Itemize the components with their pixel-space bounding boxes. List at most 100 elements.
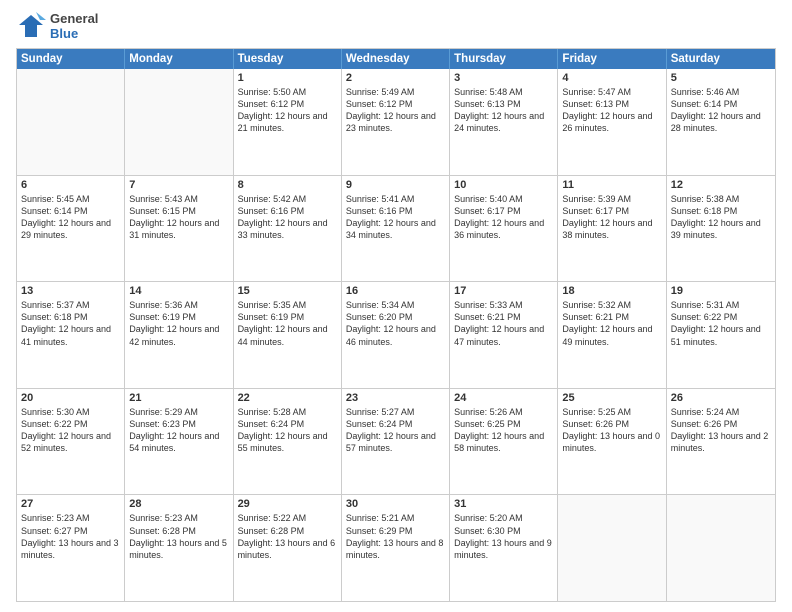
calendar-cell: 14Sunrise: 5:36 AM Sunset: 6:19 PM Dayli… — [125, 282, 233, 388]
logo-icon — [16, 12, 46, 42]
calendar-cell: 8Sunrise: 5:42 AM Sunset: 6:16 PM Daylig… — [234, 176, 342, 282]
calendar-cell: 9 Sunrise: 5:41 AM Sunset: 6:16 PM Daylig… — [342, 176, 450, 282]
calendar-cell — [667, 495, 775, 601]
day-info: Sunrise: 5:24 AM Sunset: 6:26 PM Dayligh… — [671, 406, 771, 455]
day-info: Sunrise: 5:41 AM Sunset: 6:16 PM Dayligh… — [346, 193, 445, 242]
calendar-cell: 21 Sunrise: 5:29 AM Sunset: 6:23 PM Dayli… — [125, 389, 233, 495]
calendar-cell: 19Sunrise: 5:31 AM Sunset: 6:22 PM Dayli… — [667, 282, 775, 388]
day-number: 23 — [346, 392, 445, 404]
day-number: 21 — [129, 392, 228, 404]
day-number: 9 — [346, 179, 445, 191]
calendar-cell: 7 Sunrise: 5:43 AM Sunset: 6:15 PM Daylig… — [125, 176, 233, 282]
calendar-body: 1 Sunrise: 5:50 AM Sunset: 6:12 PM Daylig… — [17, 69, 775, 601]
calendar-cell: 24 Sunrise: 5:26 AM Sunset: 6:25 PM Dayli… — [450, 389, 558, 495]
day-info: Sunrise: 5:25 AM Sunset: 6:26 PM Dayligh… — [562, 406, 661, 455]
calendar-row-2: 6Sunrise: 5:45 AM Sunset: 6:14 PM Daylig… — [17, 175, 775, 282]
weekday-header-friday: Friday — [558, 49, 666, 69]
calendar: SundayMondayTuesdayWednesdayThursdayFrid… — [16, 48, 776, 602]
day-number: 19 — [671, 285, 771, 297]
calendar-cell: 4Sunrise: 5:47 AM Sunset: 6:13 PM Daylig… — [558, 69, 666, 175]
day-number: 14 — [129, 285, 228, 297]
day-number: 17 — [454, 285, 553, 297]
day-info: Sunrise: 5:34 AM Sunset: 6:20 PM Dayligh… — [346, 299, 445, 348]
calendar-cell — [17, 69, 125, 175]
day-number: 31 — [454, 498, 553, 510]
day-number: 20 — [21, 392, 120, 404]
day-number: 2 — [346, 72, 445, 84]
day-number: 6 — [21, 179, 120, 191]
weekday-header-sunday: Sunday — [17, 49, 125, 69]
calendar-cell: 28Sunrise: 5:23 AM Sunset: 6:28 PM Dayli… — [125, 495, 233, 601]
day-number: 3 — [454, 72, 553, 84]
calendar-cell: 10Sunrise: 5:40 AM Sunset: 6:17 PM Dayli… — [450, 176, 558, 282]
day-number: 5 — [671, 72, 771, 84]
weekday-header-tuesday: Tuesday — [234, 49, 342, 69]
day-info: Sunrise: 5:29 AM Sunset: 6:23 PM Dayligh… — [129, 406, 228, 455]
day-info: Sunrise: 5:30 AM Sunset: 6:22 PM Dayligh… — [21, 406, 120, 455]
calendar-cell: 5 Sunrise: 5:46 AM Sunset: 6:14 PM Daylig… — [667, 69, 775, 175]
day-info: Sunrise: 5:39 AM Sunset: 6:17 PM Dayligh… — [562, 193, 661, 242]
day-number: 11 — [562, 179, 661, 191]
day-info: Sunrise: 5:32 AM Sunset: 6:21 PM Dayligh… — [562, 299, 661, 348]
day-info: Sunrise: 5:40 AM Sunset: 6:17 PM Dayligh… — [454, 193, 553, 242]
logo-general: General — [50, 12, 98, 27]
day-number: 30 — [346, 498, 445, 510]
day-number: 26 — [671, 392, 771, 404]
day-number: 1 — [238, 72, 337, 84]
day-number: 25 — [562, 392, 661, 404]
calendar-cell: 31 Sunrise: 5:20 AM Sunset: 6:30 PM Dayli… — [450, 495, 558, 601]
calendar-cell: 23 Sunrise: 5:27 AM Sunset: 6:24 PM Dayli… — [342, 389, 450, 495]
calendar-row-5: 27 Sunrise: 5:23 AM Sunset: 6:27 PM Dayli… — [17, 494, 775, 601]
calendar-cell: 29Sunrise: 5:22 AM Sunset: 6:28 PM Dayli… — [234, 495, 342, 601]
day-number: 29 — [238, 498, 337, 510]
weekday-header-thursday: Thursday — [450, 49, 558, 69]
day-info: Sunrise: 5:23 AM Sunset: 6:28 PM Dayligh… — [129, 512, 228, 561]
calendar-cell: 1 Sunrise: 5:50 AM Sunset: 6:12 PM Daylig… — [234, 69, 342, 175]
day-info: Sunrise: 5:35 AM Sunset: 6:19 PM Dayligh… — [238, 299, 337, 348]
calendar-cell: 6Sunrise: 5:45 AM Sunset: 6:14 PM Daylig… — [17, 176, 125, 282]
day-info: Sunrise: 5:27 AM Sunset: 6:24 PM Dayligh… — [346, 406, 445, 455]
day-info: Sunrise: 5:38 AM Sunset: 6:18 PM Dayligh… — [671, 193, 771, 242]
calendar-row-1: 1 Sunrise: 5:50 AM Sunset: 6:12 PM Daylig… — [17, 69, 775, 175]
day-number: 27 — [21, 498, 120, 510]
calendar-cell: 3 Sunrise: 5:48 AM Sunset: 6:13 PM Daylig… — [450, 69, 558, 175]
calendar-cell: 30 Sunrise: 5:21 AM Sunset: 6:29 PM Dayli… — [342, 495, 450, 601]
day-info: Sunrise: 5:43 AM Sunset: 6:15 PM Dayligh… — [129, 193, 228, 242]
day-info: Sunrise: 5:20 AM Sunset: 6:30 PM Dayligh… — [454, 512, 553, 561]
calendar-cell: 20 Sunrise: 5:30 AM Sunset: 6:22 PM Dayli… — [17, 389, 125, 495]
day-info: Sunrise: 5:50 AM Sunset: 6:12 PM Dayligh… — [238, 86, 337, 135]
calendar-row-4: 20 Sunrise: 5:30 AM Sunset: 6:22 PM Dayli… — [17, 388, 775, 495]
day-number: 4 — [562, 72, 661, 84]
calendar-cell: 18Sunrise: 5:32 AM Sunset: 6:21 PM Dayli… — [558, 282, 666, 388]
header: GeneralBlue — [16, 12, 776, 42]
calendar-cell: 22 Sunrise: 5:28 AM Sunset: 6:24 PM Dayli… — [234, 389, 342, 495]
calendar-cell: 11 Sunrise: 5:39 AM Sunset: 6:17 PM Dayli… — [558, 176, 666, 282]
day-number: 24 — [454, 392, 553, 404]
calendar-cell: 13 Sunrise: 5:37 AM Sunset: 6:18 PM Dayli… — [17, 282, 125, 388]
day-number: 13 — [21, 285, 120, 297]
calendar-cell: 16Sunrise: 5:34 AM Sunset: 6:20 PM Dayli… — [342, 282, 450, 388]
calendar-row-3: 13 Sunrise: 5:37 AM Sunset: 6:18 PM Dayli… — [17, 281, 775, 388]
day-info: Sunrise: 5:49 AM Sunset: 6:12 PM Dayligh… — [346, 86, 445, 135]
day-info: Sunrise: 5:23 AM Sunset: 6:27 PM Dayligh… — [21, 512, 120, 561]
day-number: 15 — [238, 285, 337, 297]
day-info: Sunrise: 5:21 AM Sunset: 6:29 PM Dayligh… — [346, 512, 445, 561]
day-number: 7 — [129, 179, 228, 191]
page: GeneralBlue SundayMondayTuesdayWednesday… — [0, 0, 792, 612]
calendar-cell: 2 Sunrise: 5:49 AM Sunset: 6:12 PM Daylig… — [342, 69, 450, 175]
weekday-header-saturday: Saturday — [667, 49, 775, 69]
day-info: Sunrise: 5:48 AM Sunset: 6:13 PM Dayligh… — [454, 86, 553, 135]
calendar-cell: 17 Sunrise: 5:33 AM Sunset: 6:21 PM Dayli… — [450, 282, 558, 388]
day-number: 22 — [238, 392, 337, 404]
day-number: 12 — [671, 179, 771, 191]
day-info: Sunrise: 5:26 AM Sunset: 6:25 PM Dayligh… — [454, 406, 553, 455]
logo: GeneralBlue — [16, 12, 98, 42]
day-info: Sunrise: 5:46 AM Sunset: 6:14 PM Dayligh… — [671, 86, 771, 135]
calendar-cell: 15 Sunrise: 5:35 AM Sunset: 6:19 PM Dayli… — [234, 282, 342, 388]
calendar-header: SundayMondayTuesdayWednesdayThursdayFrid… — [17, 49, 775, 69]
calendar-cell: 27 Sunrise: 5:23 AM Sunset: 6:27 PM Dayli… — [17, 495, 125, 601]
calendar-cell: 12 Sunrise: 5:38 AM Sunset: 6:18 PM Dayli… — [667, 176, 775, 282]
day-info: Sunrise: 5:37 AM Sunset: 6:18 PM Dayligh… — [21, 299, 120, 348]
day-info: Sunrise: 5:33 AM Sunset: 6:21 PM Dayligh… — [454, 299, 553, 348]
day-info: Sunrise: 5:28 AM Sunset: 6:24 PM Dayligh… — [238, 406, 337, 455]
